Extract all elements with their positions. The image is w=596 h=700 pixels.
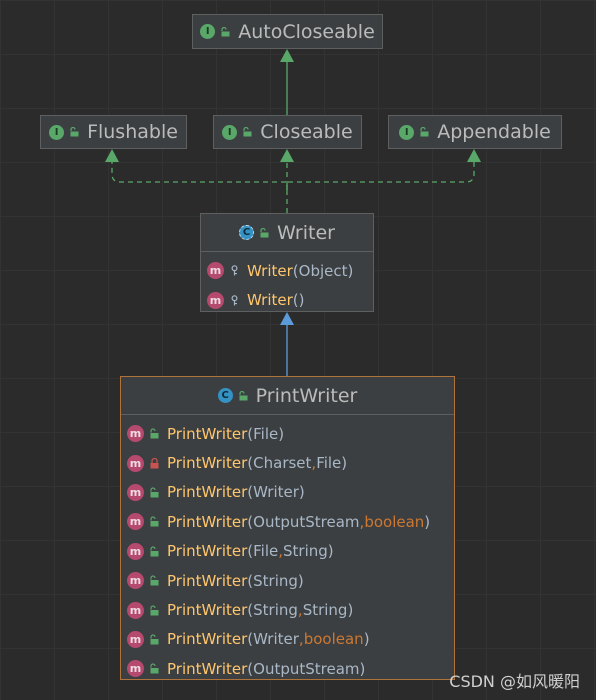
param-type: Writer xyxy=(253,483,299,502)
public-lock-icon xyxy=(260,227,269,237)
closeable-interface-node[interactable]: I Closeable xyxy=(213,115,362,149)
method-name: Writer xyxy=(247,261,293,280)
member-row[interactable]: m Writer() xyxy=(201,285,373,314)
method-icon: m xyxy=(207,291,224,309)
writer-class-node[interactable]: C Writer m Writer(Object) m Writer() xyxy=(200,213,374,312)
public-lock-icon xyxy=(70,127,79,137)
public-lock-icon xyxy=(150,663,159,674)
method-icon: m xyxy=(127,660,144,678)
method-icon: m xyxy=(127,542,144,560)
interface-icon: I xyxy=(49,124,65,140)
method-icon: m xyxy=(127,601,144,619)
method-name: PrintWriter xyxy=(167,542,248,561)
param-type: String xyxy=(253,601,298,620)
param-type: File xyxy=(253,424,279,443)
autocloseable-interface-node[interactable]: I AutoCloseable xyxy=(192,14,383,49)
param-type: Object xyxy=(298,261,348,280)
interface-icon: I xyxy=(222,124,238,140)
public-lock-icon xyxy=(150,516,159,527)
node-title: Writer xyxy=(277,221,335,244)
param-type: boolean xyxy=(364,512,425,531)
appendable-interface-node[interactable]: I Appendable xyxy=(388,115,562,149)
method-name: PrintWriter xyxy=(167,571,248,590)
arrowhead xyxy=(467,149,481,162)
public-lock-icon xyxy=(150,604,159,616)
param-type: Charset xyxy=(253,454,312,473)
param-type: OutputStream xyxy=(253,512,360,531)
public-lock-icon xyxy=(239,390,248,400)
watermark: CSDN @如风暖阳 xyxy=(449,672,580,691)
private-lock-icon xyxy=(150,457,159,469)
param-type: File xyxy=(253,542,279,561)
public-lock-icon xyxy=(150,546,159,557)
param-type: String xyxy=(253,571,298,590)
interface-icon: I xyxy=(399,124,415,140)
interface-icon: I xyxy=(200,24,216,39)
method-icon: m xyxy=(127,572,144,590)
method-icon: m xyxy=(127,483,144,501)
method-name: Writer xyxy=(247,291,293,310)
public-lock-icon xyxy=(221,26,230,36)
node-title: Appendable xyxy=(437,121,551,143)
public-lock-icon xyxy=(150,487,159,498)
param-type: OutputStream xyxy=(253,659,360,678)
method-icon: m xyxy=(127,630,144,648)
method-name: PrintWriter xyxy=(167,630,248,649)
member-row[interactable]: m PrintWriter(File) xyxy=(121,419,454,448)
public-lock-icon xyxy=(150,634,159,645)
class-icon: C xyxy=(217,388,233,403)
public-lock-icon xyxy=(243,127,252,137)
member-row[interactable]: m PrintWriter(Writer, boolean) xyxy=(121,625,454,654)
member-row[interactable]: m PrintWriter(OutputStream) xyxy=(121,654,454,683)
arrowhead xyxy=(105,149,119,162)
method-icon: m xyxy=(207,262,224,280)
member-row[interactable]: m PrintWriter(Charset, File) xyxy=(121,448,454,477)
param-type: String xyxy=(302,601,348,620)
printwriter-class-node[interactable]: C PrintWriter m PrintWriter(File) m PrintWr… xyxy=(120,376,455,680)
writer-members: m Writer(Object) m Writer() xyxy=(201,252,373,315)
param-type: Writer xyxy=(253,630,299,649)
public-lock-icon xyxy=(420,127,429,137)
member-row[interactable]: m PrintWriter(String) xyxy=(121,566,454,595)
method-icon: m xyxy=(127,454,144,472)
protected-key-icon xyxy=(231,294,238,305)
member-row[interactable]: m PrintWriter(OutputStream, boolean) xyxy=(121,507,454,536)
flushable-interface-node[interactable]: I Flushable xyxy=(40,115,187,149)
node-title: PrintWriter xyxy=(255,384,358,407)
method-name: PrintWriter xyxy=(167,659,248,678)
method-icon: m xyxy=(127,513,144,531)
method-name: PrintWriter xyxy=(167,601,248,620)
member-row[interactable]: m PrintWriter(File, String) xyxy=(121,537,454,566)
member-row[interactable]: m Writer(Object) xyxy=(201,256,373,285)
abstract-class-icon: C xyxy=(239,225,254,240)
public-lock-icon xyxy=(150,575,159,586)
method-name: PrintWriter xyxy=(167,483,248,502)
param-type: File xyxy=(316,454,342,473)
method-name: PrintWriter xyxy=(167,454,248,473)
param-type: boolean xyxy=(303,630,364,649)
node-title: Closeable xyxy=(260,121,353,143)
method-name: PrintWriter xyxy=(167,424,248,443)
edge-writer-implements-flushable xyxy=(111,162,288,190)
member-row[interactable]: m PrintWriter(Writer) xyxy=(121,478,454,507)
protected-key-icon xyxy=(231,265,238,276)
arrowhead xyxy=(280,49,294,62)
printwriter-members: m PrintWriter(File) m PrintWriter(Charset, … xyxy=(121,415,454,684)
node-title: Flushable xyxy=(87,121,178,143)
method-name: PrintWriter xyxy=(167,512,248,531)
method-icon: m xyxy=(127,425,144,443)
public-lock-icon xyxy=(150,428,159,439)
member-row[interactable]: m PrintWriter(String, String) xyxy=(121,595,454,624)
arrowhead xyxy=(280,149,294,162)
node-title: AutoCloseable xyxy=(238,20,375,43)
edge-writer-implements-appendable xyxy=(286,162,475,190)
param-type: String xyxy=(283,542,328,561)
